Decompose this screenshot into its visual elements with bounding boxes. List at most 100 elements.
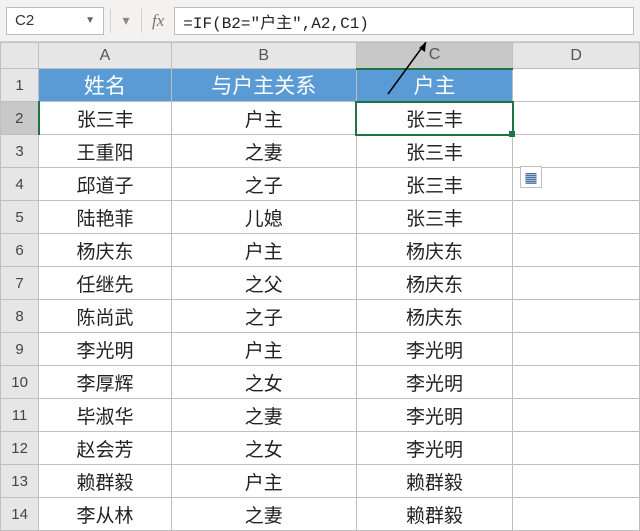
row-header[interactable]: 10 bbox=[1, 366, 39, 399]
cell[interactable]: 李光明 bbox=[39, 333, 172, 366]
row-5: 5 陆艳菲 儿媳 张三丰 bbox=[1, 201, 640, 234]
cell[interactable] bbox=[513, 69, 640, 102]
row-header[interactable]: 1 bbox=[1, 69, 39, 102]
cell[interactable]: 赵会芳 bbox=[39, 432, 172, 465]
cell[interactable]: 赖群毅 bbox=[39, 465, 172, 498]
row-4: 4 邱道子 之子 张三丰 bbox=[1, 168, 640, 201]
cell[interactable]: 户主 bbox=[171, 465, 356, 498]
cell[interactable]: 陈尚武 bbox=[39, 300, 172, 333]
worksheet: A B C D 1 姓名 与户主关系 户主 2 张三丰 户主 张三丰 3 王重阳… bbox=[0, 42, 640, 531]
header-cell-relation[interactable]: 与户主关系 bbox=[171, 69, 356, 102]
cell[interactable] bbox=[513, 465, 640, 498]
row-header[interactable]: 8 bbox=[1, 300, 39, 333]
row-header[interactable]: 9 bbox=[1, 333, 39, 366]
row-8: 8 陈尚武 之子 杨庆东 bbox=[1, 300, 640, 333]
cell[interactable] bbox=[513, 399, 640, 432]
cell[interactable]: 李光明 bbox=[356, 399, 513, 432]
cell[interactable] bbox=[513, 498, 640, 531]
row-2: 2 张三丰 户主 张三丰 bbox=[1, 102, 640, 135]
formula-input[interactable]: =IF(B2="户主",A2,C1) bbox=[174, 7, 634, 35]
header-cell-head[interactable]: 户主 bbox=[356, 69, 513, 102]
row-10: 10 李厚辉 之女 李光明 bbox=[1, 366, 640, 399]
cell[interactable] bbox=[513, 234, 640, 267]
row-header[interactable]: 5 bbox=[1, 201, 39, 234]
row-7: 7 任继先 之父 杨庆东 bbox=[1, 267, 640, 300]
cell[interactable]: 陆艳菲 bbox=[39, 201, 172, 234]
cell-value: 张三丰 bbox=[406, 110, 463, 131]
row-header[interactable]: 7 bbox=[1, 267, 39, 300]
row-12: 12 赵会芳 之女 李光明 bbox=[1, 432, 640, 465]
select-all-corner[interactable] bbox=[1, 43, 39, 69]
separator bbox=[110, 9, 111, 33]
row-header[interactable]: 11 bbox=[1, 399, 39, 432]
cell[interactable] bbox=[513, 201, 640, 234]
grid[interactable]: A B C D 1 姓名 与户主关系 户主 2 张三丰 户主 张三丰 3 王重阳… bbox=[0, 42, 640, 531]
col-header-B[interactable]: B bbox=[171, 43, 356, 69]
row-header[interactable]: 6 bbox=[1, 234, 39, 267]
cell[interactable]: 之妻 bbox=[171, 498, 356, 531]
cell[interactable]: 李光明 bbox=[356, 432, 513, 465]
cell[interactable]: 毕淑华 bbox=[39, 399, 172, 432]
cell[interactable]: 杨庆东 bbox=[39, 234, 172, 267]
cell[interactable]: 杨庆东 bbox=[356, 300, 513, 333]
cell[interactable]: 之妻 bbox=[171, 399, 356, 432]
cell[interactable]: 之女 bbox=[171, 366, 356, 399]
cell[interactable] bbox=[513, 102, 640, 135]
cell[interactable]: 之父 bbox=[171, 267, 356, 300]
cell[interactable]: 户主 bbox=[171, 234, 356, 267]
header-cell-name[interactable]: 姓名 bbox=[39, 69, 172, 102]
cell[interactable] bbox=[513, 333, 640, 366]
cell[interactable] bbox=[513, 432, 640, 465]
name-box[interactable]: C2 ▼ bbox=[6, 7, 104, 35]
row-13: 13 赖群毅 户主 赖群毅 bbox=[1, 465, 640, 498]
cell[interactable]: 李从林 bbox=[39, 498, 172, 531]
cell[interactable]: 张三丰 bbox=[356, 135, 513, 168]
cell[interactable]: 赖群毅 bbox=[356, 465, 513, 498]
cell[interactable] bbox=[513, 366, 640, 399]
cell[interactable] bbox=[513, 135, 640, 168]
cell[interactable]: 之女 bbox=[171, 432, 356, 465]
cell[interactable] bbox=[513, 267, 640, 300]
cell[interactable]: 李光明 bbox=[356, 366, 513, 399]
cell[interactable]: 户主 bbox=[171, 102, 356, 135]
cell-reference: C2 bbox=[15, 12, 34, 29]
cell-selected[interactable]: 张三丰 bbox=[356, 102, 513, 135]
cell[interactable]: 户主 bbox=[171, 333, 356, 366]
cell[interactable]: 之子 bbox=[171, 168, 356, 201]
cell[interactable]: 儿媳 bbox=[171, 201, 356, 234]
row-header[interactable]: 12 bbox=[1, 432, 39, 465]
cell[interactable]: 张三丰 bbox=[356, 201, 513, 234]
cell[interactable]: 李光明 bbox=[356, 333, 513, 366]
fx-button[interactable]: fx bbox=[148, 11, 168, 31]
column-header-row: A B C D bbox=[1, 43, 640, 69]
cell[interactable]: 赖群毅 bbox=[356, 498, 513, 531]
cell[interactable]: 之妻 bbox=[171, 135, 356, 168]
col-header-A[interactable]: A bbox=[39, 43, 172, 69]
row-3: 3 王重阳 之妻 张三丰 bbox=[1, 135, 640, 168]
fill-handle[interactable] bbox=[509, 131, 515, 137]
row-header[interactable]: 4 bbox=[1, 168, 39, 201]
row-header[interactable]: 14 bbox=[1, 498, 39, 531]
cell[interactable]: 任继先 bbox=[39, 267, 172, 300]
autofill-options-button[interactable]: ▦ bbox=[520, 166, 542, 188]
cell[interactable]: 邱道子 bbox=[39, 168, 172, 201]
name-box-dropdown-icon[interactable]: ▼ bbox=[85, 15, 95, 26]
col-header-D[interactable]: D bbox=[513, 43, 640, 69]
formula-text: =IF(B2="户主",A2,C1) bbox=[183, 9, 369, 33]
cell[interactable]: 之子 bbox=[171, 300, 356, 333]
col-header-C[interactable]: C bbox=[356, 43, 513, 69]
expand-down-icon[interactable]: ▾ bbox=[117, 10, 135, 32]
row-header[interactable]: 13 bbox=[1, 465, 39, 498]
row-1: 1 姓名 与户主关系 户主 bbox=[1, 69, 640, 102]
cell[interactable]: 李厚辉 bbox=[39, 366, 172, 399]
cell[interactable]: 杨庆东 bbox=[356, 234, 513, 267]
row-9: 9 李光明 户主 李光明 bbox=[1, 333, 640, 366]
cell[interactable]: 张三丰 bbox=[356, 168, 513, 201]
separator bbox=[141, 9, 142, 33]
row-header[interactable]: 3 bbox=[1, 135, 39, 168]
cell[interactable]: 张三丰 bbox=[39, 102, 172, 135]
cell[interactable] bbox=[513, 300, 640, 333]
cell[interactable]: 杨庆东 bbox=[356, 267, 513, 300]
cell[interactable]: 王重阳 bbox=[39, 135, 172, 168]
row-header[interactable]: 2 bbox=[1, 102, 39, 135]
